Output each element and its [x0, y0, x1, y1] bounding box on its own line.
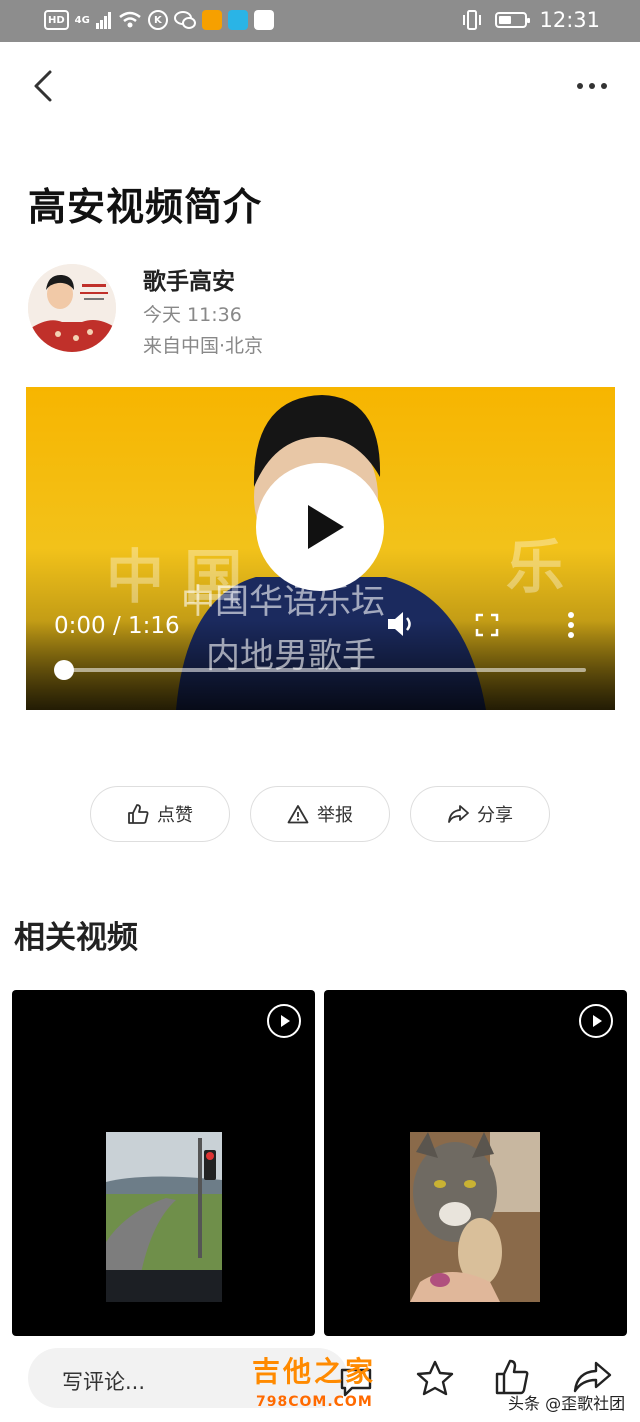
status-icons-right: 12:31 [461, 8, 600, 32]
share-icon [448, 805, 469, 823]
chevron-left-icon [34, 70, 52, 102]
share-label: 分享 [477, 805, 513, 826]
network-4g-label: 4G [74, 14, 90, 26]
post-time: 今天 11:36 [143, 304, 242, 326]
thumbs-up-icon [128, 804, 149, 824]
fullscreen-icon [475, 613, 499, 637]
post-location: 来自中国·北京 [143, 335, 264, 357]
road-thumbnail [106, 1132, 222, 1302]
status-bar: HD 4G K 12:31 [0, 0, 640, 42]
play-circle-icon [579, 1004, 613, 1038]
play-button[interactable] [256, 463, 384, 591]
video-player[interactable]: 中 国 乐 中国华语乐坛 内地男歌手 0:00 / 1:16 [26, 387, 615, 710]
video-more-button[interactable] [564, 611, 578, 643]
like-label: 点赞 [157, 805, 193, 826]
wifi-icon [119, 11, 141, 28]
report-button[interactable]: 举报 [250, 786, 390, 842]
comment-placeholder: 写评论... [62, 1370, 146, 1394]
status-icons-left: HD 4G K [44, 10, 274, 30]
share-button[interactable]: 分享 [410, 786, 550, 842]
warning-icon [287, 805, 309, 824]
author-name[interactable]: 歌手高安 [143, 262, 235, 296]
author-avatar[interactable] [28, 264, 116, 352]
back-button[interactable] [26, 64, 60, 108]
watermark-logo: 吉他之家 [252, 1355, 377, 1388]
play-circle-icon [267, 1004, 301, 1038]
progress-thumb[interactable] [54, 660, 74, 680]
play-icon [308, 505, 344, 549]
avatar-image [28, 264, 116, 352]
report-label: 举报 [317, 805, 353, 826]
baidu-icon [253, 10, 274, 30]
reader-app-icon [227, 10, 248, 30]
volume-button[interactable] [386, 609, 418, 643]
clock: 12:31 [539, 8, 600, 32]
more-options-button[interactable] [568, 76, 616, 96]
share-arrow-icon [573, 1361, 612, 1393]
vertical-dots-icon [568, 612, 574, 638]
vibrate-icon [463, 10, 482, 30]
volume-icon [388, 612, 411, 636]
svg-text:乐: 乐 [506, 533, 564, 601]
star-icon [416, 1360, 454, 1396]
weibo-icon [201, 10, 222, 30]
cat-thumbnail [410, 1132, 540, 1302]
hd-indicator: HD [44, 10, 69, 30]
related-video-card[interactable] [324, 990, 627, 1336]
progress-track[interactable] [62, 668, 586, 672]
wechat-icon [173, 11, 196, 29]
watermark-text: 头条 @歪歌社团 [508, 1394, 626, 1413]
video-time: 0:00 / 1:16 [54, 613, 180, 639]
page-title: 高安视频简介 [28, 185, 263, 229]
k-app-icon: K [147, 10, 168, 30]
watermark-url: 798COM.COM [256, 1394, 373, 1410]
battery-icon [495, 12, 531, 28]
more-dot-icon [601, 83, 607, 89]
favorite-button[interactable] [416, 1360, 454, 1400]
more-dot-icon [589, 83, 595, 89]
related-videos-title: 相关视频 [14, 920, 138, 956]
more-dot-icon [577, 83, 583, 89]
like-button[interactable]: 点赞 [90, 786, 230, 842]
related-video-card[interactable] [12, 990, 315, 1336]
bottom-bar: 写评论... 吉他之家 798COM.COM 头条 @歪歌社团 [0, 1336, 640, 1422]
signal-icon [95, 12, 111, 29]
fullscreen-button[interactable] [475, 613, 499, 641]
